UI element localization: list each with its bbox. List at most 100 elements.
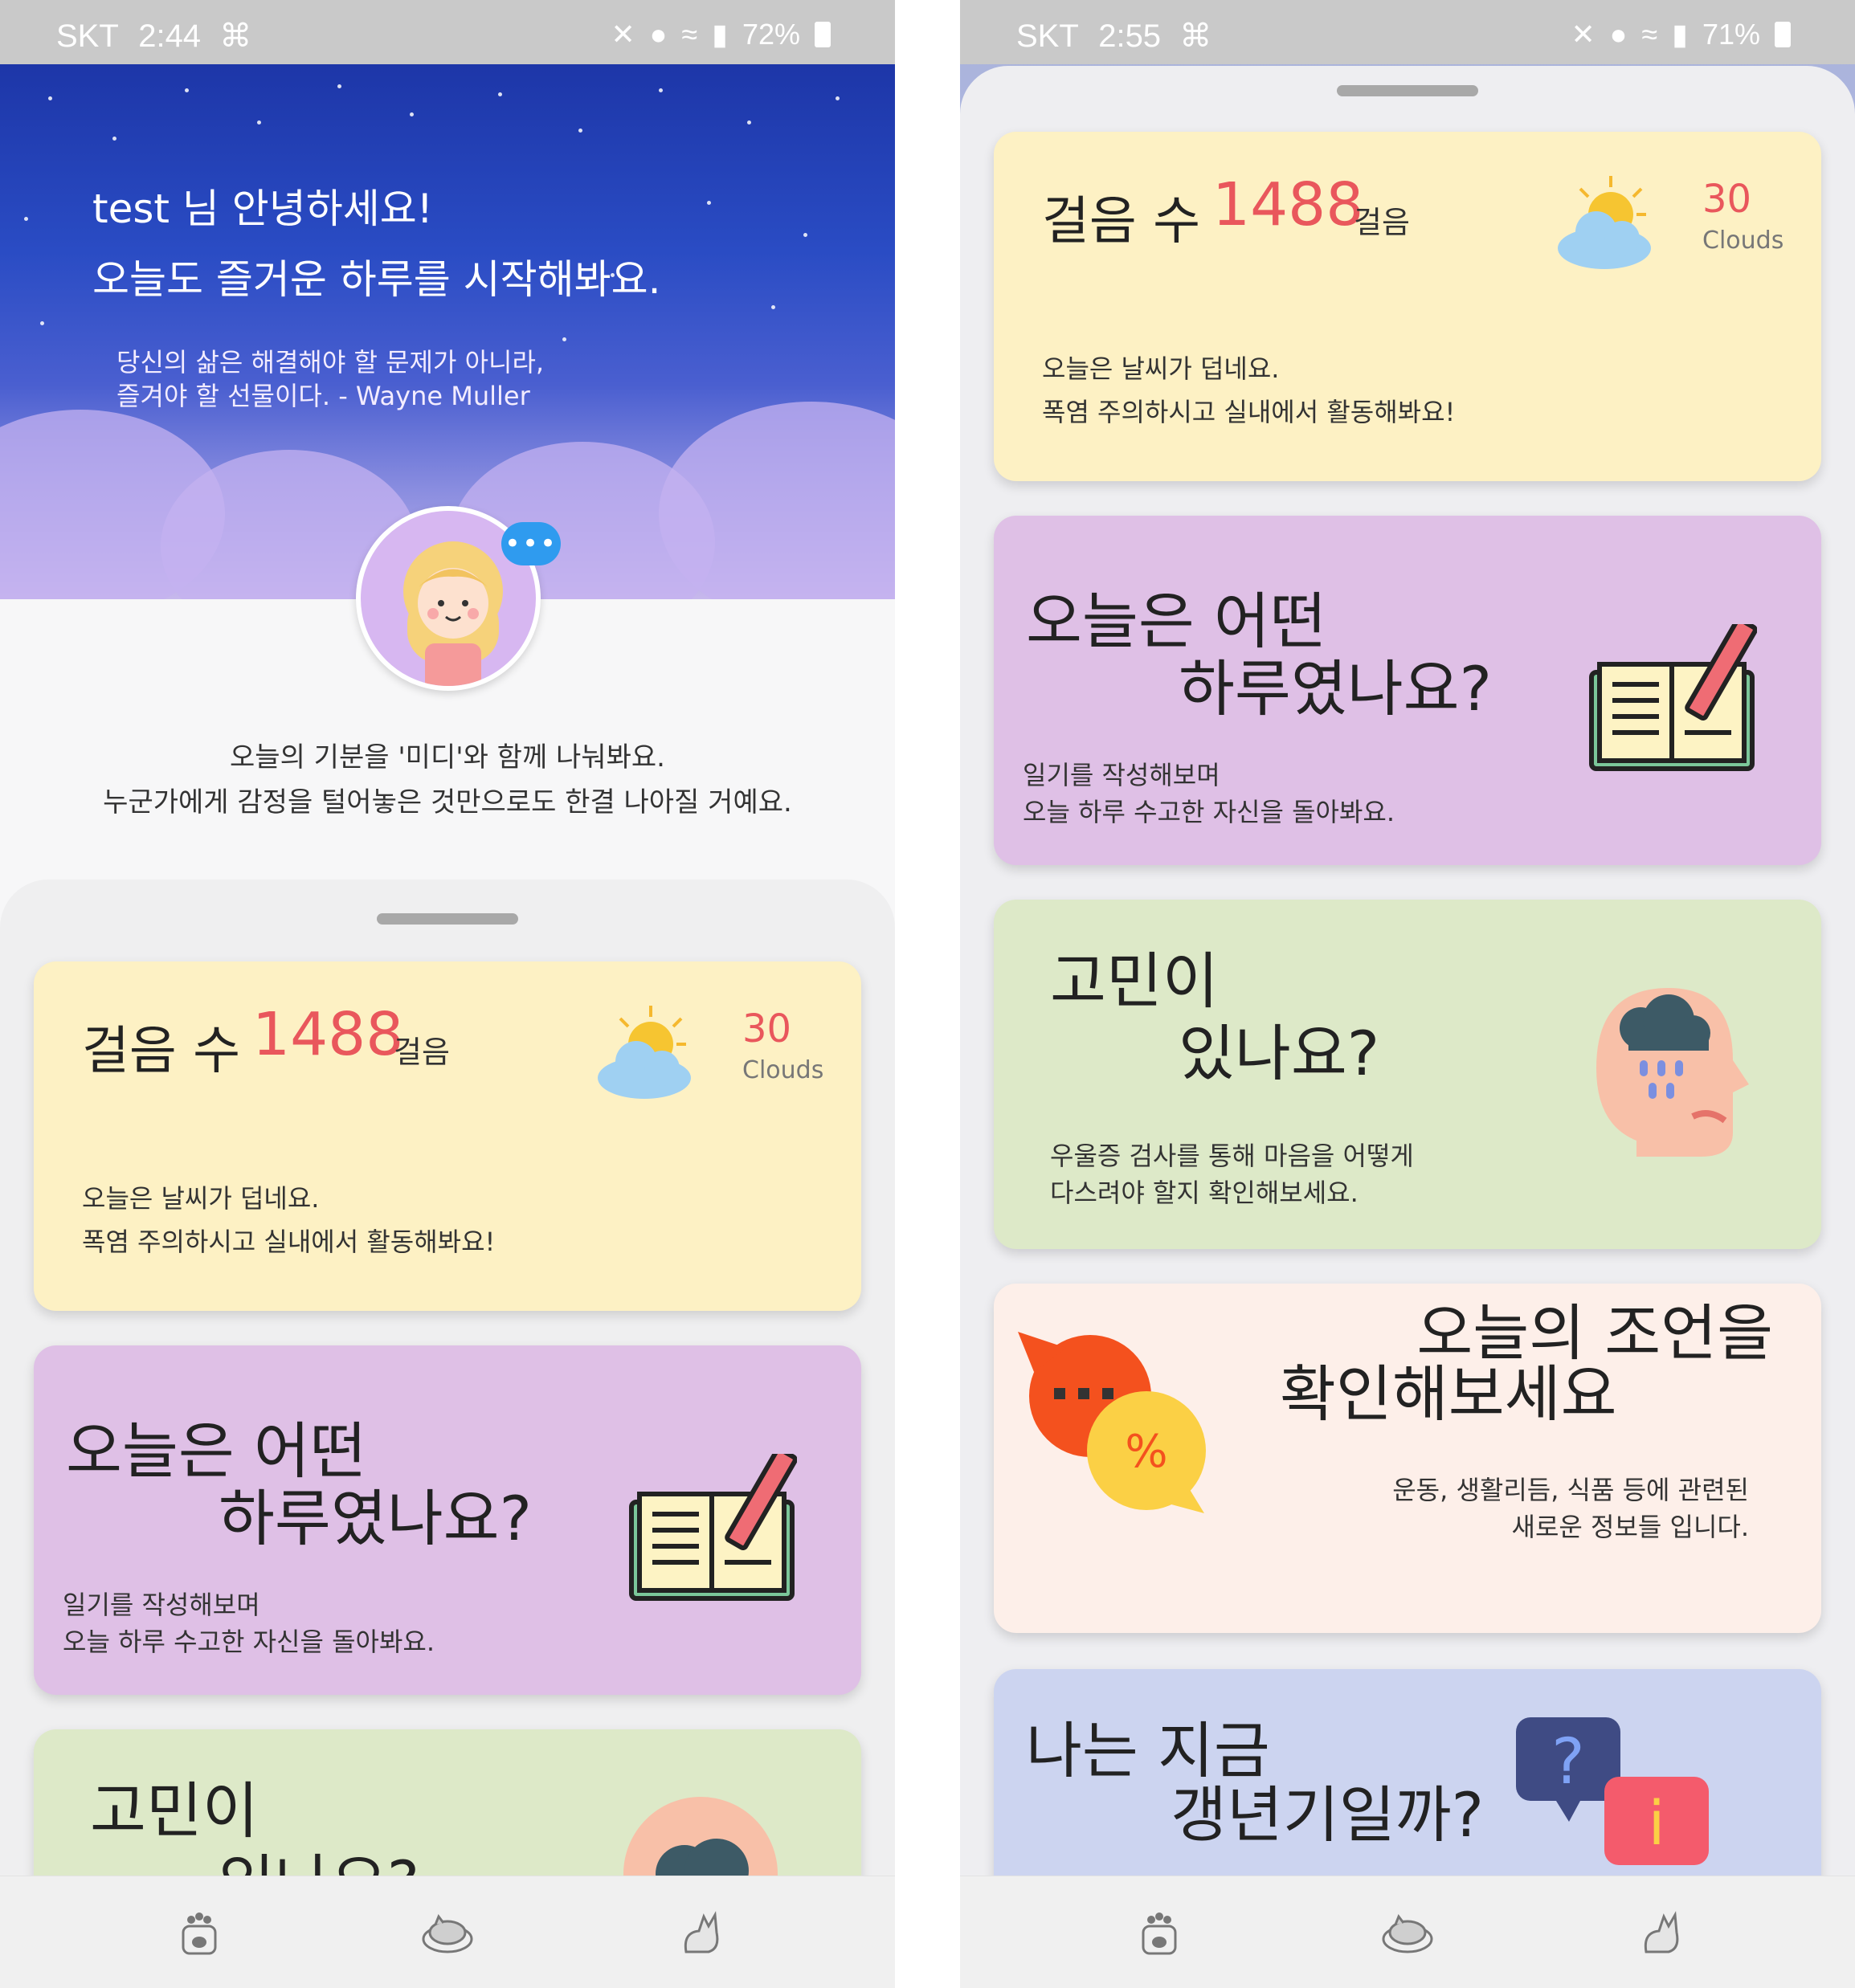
weather-message-line-2: 폭염 주의하시고 실내에서 활동해봐요! — [82, 1227, 496, 1257]
nav-sleep-cat[interactable] — [419, 1904, 476, 1961]
question-info-icon: ? i — [1516, 1717, 1709, 1865]
weather-description: Clouds — [1702, 227, 1784, 255]
clock-label: 2:44 — [138, 18, 202, 54]
weather-message-line-2: 폭염 주의하시고 실내에서 활동해봐요! — [1042, 397, 1456, 427]
steps-label: 걸음 수 — [82, 1022, 240, 1081]
location-icon: ● — [649, 18, 668, 51]
diary-card[interactable]: 오늘은 어떤 하루였나요? 일기를 작성해보며 오늘 하루 수고한 자신을 돌아… — [34, 1345, 861, 1695]
weather-message-line-1: 오늘은 날씨가 덥네요. — [1042, 353, 1280, 384]
battery-percent: 71% — [1702, 18, 1760, 51]
weather-message: 오늘은 날씨가 덥네요. 폭염 주의하시고 실내에서 활동해봐요! — [1042, 347, 1455, 434]
notebook-pencil-icon — [629, 1454, 797, 1601]
temperature-value: 30 — [1702, 177, 1752, 222]
greeting-line-1: test 님 안녕하세요! — [92, 186, 433, 232]
battery-icon — [1775, 22, 1791, 47]
steps-label: 걸음 수 — [1042, 192, 1200, 251]
wifi-icon: ≈ — [681, 18, 698, 51]
bottom-navigation — [0, 1876, 895, 1988]
worry-sub-line-2: 다스려야 할지 확인해보세요. — [1050, 1178, 1359, 1208]
diary-card[interactable]: 오늘은 어떤 하루였나요? 일기를 작성해보며 오늘 하루 수고한 자신을 돌아… — [994, 516, 1821, 865]
mood-line-2: 누군가에게 감정을 털어놓은 것만으로도 한결 나아질 거예요. — [103, 786, 792, 818]
signal-icon: ▮ — [1672, 18, 1688, 51]
nav-profile-cat[interactable] — [1632, 1904, 1690, 1961]
menopause-title-line-2: 갱년기일까? — [1171, 1779, 1484, 1851]
diary-title-line-1: 오늘은 어떤 — [66, 1415, 366, 1487]
notebook-pencil-icon — [1589, 624, 1757, 771]
mood-line-1: 오늘의 기분을 '미디'와 함께 나눠봐요. — [230, 741, 665, 774]
wifi-icon: ≈ — [1641, 18, 1658, 51]
diary-title-line-1: 오늘은 어떤 — [1026, 586, 1326, 657]
status-bar: SKT 2:44 ⌘ ✕ ● ≈ ▮ 72% — [0, 0, 895, 64]
weather-description: Clouds — [742, 1056, 824, 1084]
weather-message-line-1: 오늘은 날씨가 덥네요. — [82, 1183, 320, 1214]
worry-title-line-1: 고민이 — [90, 1775, 259, 1847]
sad-head-rain-icon — [1596, 988, 1749, 1157]
diary-sub-line-2: 오늘 하루 수고한 자신을 돌아봐요. — [1023, 797, 1395, 827]
carrier-label: SKT — [56, 18, 119, 54]
mute-icon: ✕ — [1571, 18, 1596, 51]
bottom-sheet[interactable]: 걸음 수 1488 걸음 30 Clouds 오늘은 날씨가 덥네요. 폭염 주… — [0, 880, 895, 1988]
battery-icon — [815, 22, 831, 47]
paw-icon — [182, 1912, 217, 1955]
diary-sub-line-1: 일기를 작성해보며 — [63, 1590, 260, 1620]
signal-icon: ▮ — [712, 18, 728, 51]
cat-icon — [684, 1911, 719, 1953]
status-left: SKT 2:44 ⌘ — [56, 18, 251, 55]
advice-sub-line-1: 운동, 생활리듬, 식품 등에 관련된 — [1392, 1475, 1749, 1505]
nav-home-paw[interactable] — [170, 1904, 228, 1961]
battery-percent: 72% — [742, 18, 800, 51]
location-icon: ● — [1609, 18, 1628, 51]
status-right: ✕ ● ≈ ▮ 72% — [611, 18, 831, 51]
temperature-value: 30 — [742, 1006, 792, 1051]
clock-label: 2:55 — [1098, 18, 1162, 54]
steps-count: 1488 — [252, 1000, 404, 1069]
mute-icon: ✕ — [611, 18, 635, 51]
worry-title-line-2: 있나요? — [1179, 1018, 1380, 1089]
diary-title-line-2: 하루였나요? — [219, 1483, 532, 1554]
nav-profile-cat[interactable] — [672, 1904, 729, 1961]
greeting-line-2: 오늘도 즐거운 하루를 시작해봐요. — [92, 256, 661, 303]
nav-sleep-cat[interactable] — [1379, 1904, 1436, 1961]
diary-sub-line-2: 오늘 하루 수고한 자신을 돌아봐요. — [63, 1627, 435, 1657]
steps-count: 1488 — [1212, 170, 1364, 239]
worry-sub-line-1: 우울증 검사를 통해 마음을 어떻게 — [1050, 1141, 1414, 1171]
carrier-label: SKT — [1016, 18, 1079, 54]
quote-line-2: 즐겨야 할 선물이다. - Wayne Muller — [116, 381, 530, 411]
advice-card[interactable]: % 오늘의 조언을 확인해보세요 운동, 생활리듬, 식품 등에 관련된 새로운… — [994, 1284, 1821, 1633]
cat-icon — [1644, 1911, 1679, 1953]
steps-weather-card[interactable]: 걸음 수 1488 걸음 30 Clouds 오늘은 날씨가 덥네요. 폭염 주… — [34, 961, 861, 1311]
svg-text:%: % — [1125, 1426, 1167, 1478]
paw-icon — [1142, 1912, 1177, 1955]
link-icon: ⌘ — [219, 18, 252, 54]
phone-screen-home-top: SKT 2:44 ⌘ ✕ ● ≈ ▮ 72% test 님 안녕하세요! 오늘도… — [0, 0, 895, 1988]
chat-bubble-icon[interactable]: ••• — [501, 522, 561, 565]
advice-title-line-2: 확인해보세요 — [1280, 1358, 1617, 1430]
speech-bubbles-icon: % — [1018, 1332, 1206, 1513]
diary-sub-line-1: 일기를 작성해보며 — [1023, 760, 1220, 790]
bottom-navigation — [960, 1876, 1855, 1988]
status-left: SKT 2:55 ⌘ — [1016, 18, 1211, 55]
quote-line-1: 당신의 삶은 해결해야 할 문제가 아니라, — [116, 347, 545, 378]
nav-home-paw[interactable] — [1130, 1904, 1188, 1961]
mood-intro: 오늘의 기분을 '미디'와 함께 나눠봐요. 누군가에게 감정을 털어놓은 것만… — [0, 735, 895, 825]
advice-sub-line-2: 새로운 정보들 입니다. — [1511, 1512, 1749, 1542]
menopause-title-line-1: 나는 지금 — [1026, 1715, 1270, 1786]
sheet-drag-handle[interactable] — [377, 913, 518, 925]
svg-text:i: i — [1648, 1787, 1665, 1859]
link-icon: ⌘ — [1179, 18, 1212, 54]
steps-unit: 걸음 — [1354, 205, 1410, 240]
advice-title-line-1: 오늘의 조언을 — [1416, 1297, 1773, 1369]
status-right: ✕ ● ≈ ▮ 71% — [1571, 18, 1791, 51]
worry-title-line-1: 고민이 — [1050, 945, 1219, 1017]
bottom-sheet-expanded[interactable]: 걸음 수 1488 걸음 30 Clouds 오늘은 날씨가 덥네요. 폭염 주… — [960, 66, 1855, 1988]
steps-unit: 걸음 — [394, 1035, 450, 1070]
sheet-drag-handle[interactable] — [1337, 85, 1478, 96]
phone-screen-home-expanded: SKT 2:55 ⌘ ✕ ● ≈ ▮ 71% 걸음 수 1488 걸음 30 C… — [960, 0, 1855, 1988]
status-bar: SKT 2:55 ⌘ ✕ ● ≈ ▮ 71% — [960, 0, 1855, 64]
sleeping-cat-icon — [422, 1913, 473, 1953]
svg-text:?: ? — [1551, 1726, 1584, 1798]
steps-weather-card[interactable]: 걸음 수 1488 걸음 30 Clouds 오늘은 날씨가 덥네요. 폭염 주… — [994, 132, 1821, 481]
sleeping-cat-icon — [1382, 1913, 1433, 1953]
partly-cloudy-icon — [598, 1006, 691, 1099]
worry-card[interactable]: 고민이 있나요? 우울증 검사를 통해 마음을 어떻게 다스려야 할지 확인해보… — [994, 900, 1821, 1249]
